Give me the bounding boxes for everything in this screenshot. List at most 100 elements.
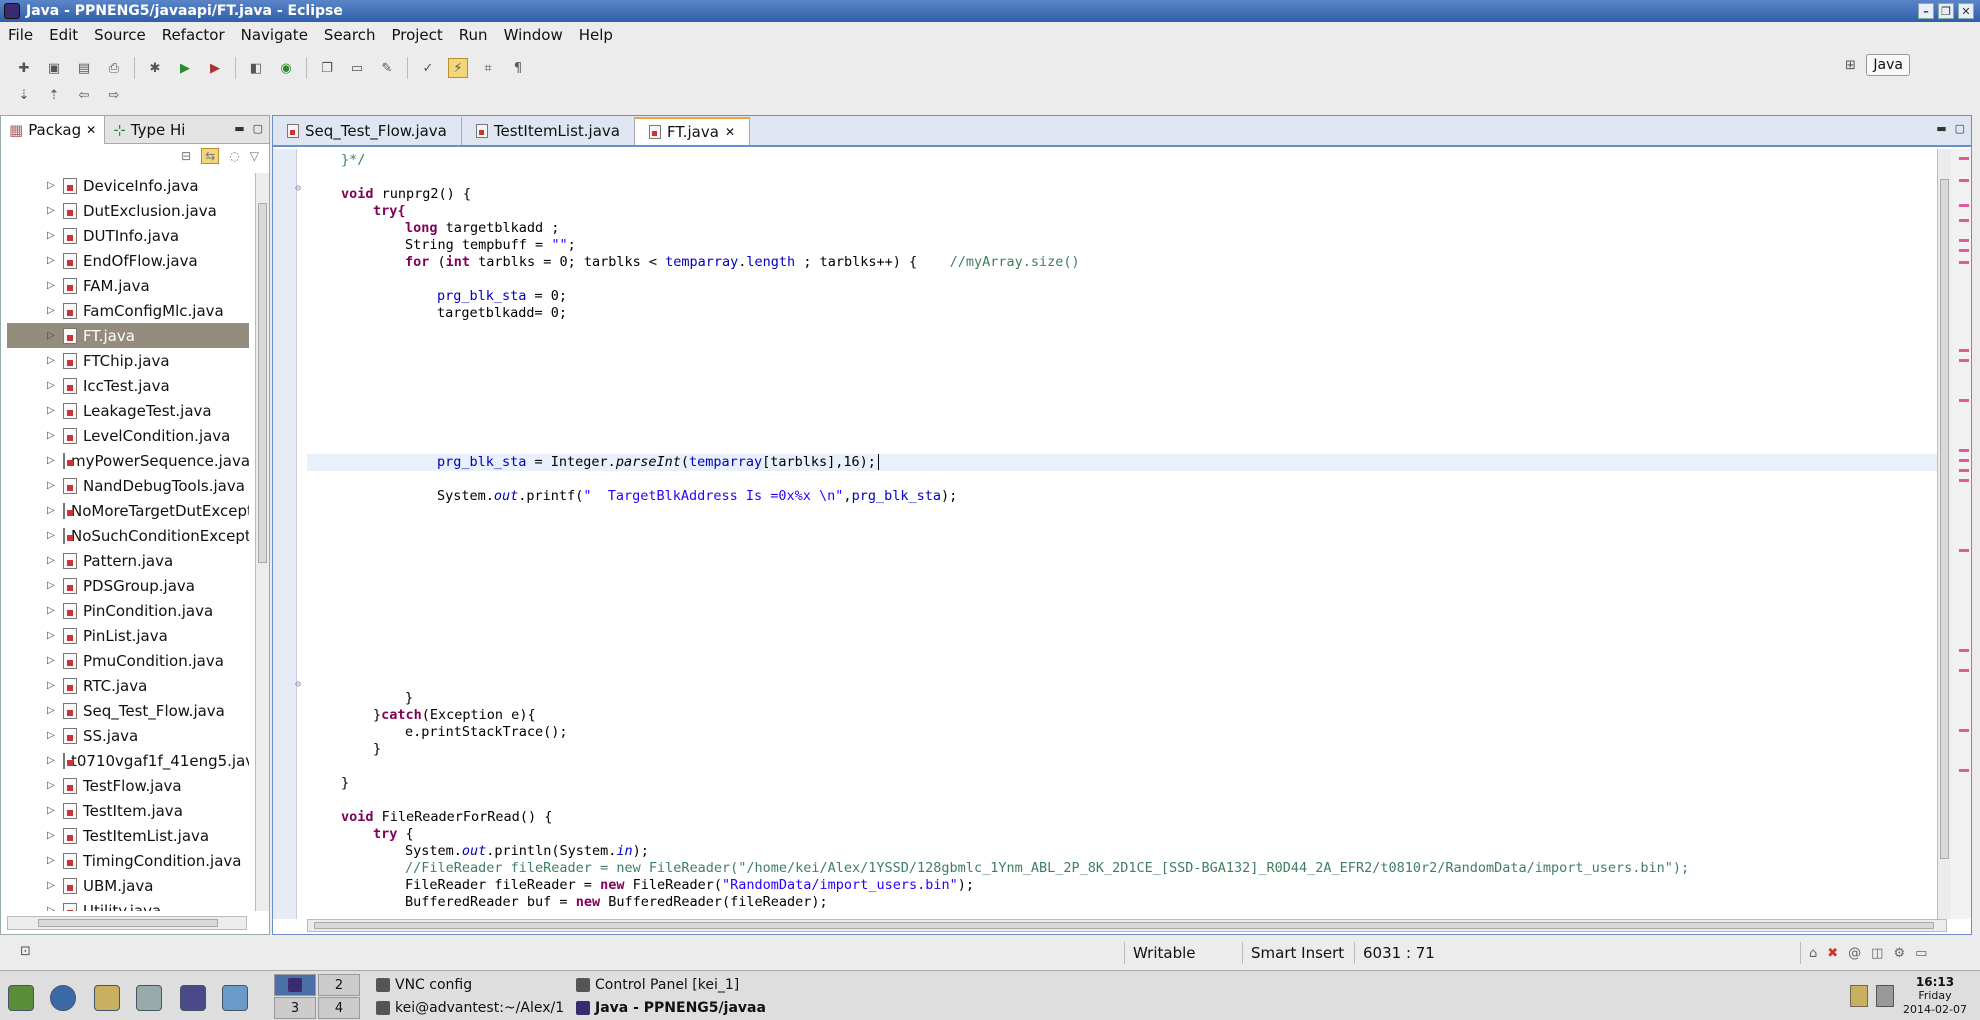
expand-arrow-icon[interactable]: ▷ [47,605,55,616]
occurrence-marker[interactable] [1959,349,1969,352]
minimize-icon[interactable]: ▬ [1936,122,1946,135]
expand-arrow-icon[interactable]: ▷ [47,330,55,341]
bookmark-icon[interactable]: ⌂ [1809,946,1817,961]
expand-arrow-icon[interactable]: ▷ [47,830,55,841]
expand-arrow-icon[interactable]: ▷ [47,305,55,316]
tree-item[interactable]: ▷ TestItemList.java [7,823,249,848]
expand-arrow-icon[interactable]: ▷ [47,680,55,691]
menu-run[interactable]: Run [451,26,496,44]
tree-horizontal-scrollbar[interactable] [7,916,247,930]
menu-project[interactable]: Project [383,26,450,44]
expand-arrow-icon[interactable]: ▷ [47,530,55,541]
menu-help[interactable]: Help [571,26,621,44]
task-control-panel[interactable]: Control Panel [kei_1] [576,974,739,996]
fold-icon[interactable]: ⊖ [295,679,301,690]
expand-arrow-icon[interactable]: ▷ [47,430,55,441]
workspace-2[interactable]: 2 [318,974,360,996]
debug-icon[interactable]: ✱ [145,58,165,78]
expand-arrow-icon[interactable]: ▷ [47,405,55,416]
tree-item[interactable]: ▷ PinList.java [7,623,249,648]
tree-item[interactable]: ▷ IccTest.java [7,373,249,398]
maximize-icon[interactable]: ▢ [1955,122,1965,135]
expand-arrow-icon[interactable]: ▷ [47,455,55,466]
menu-source[interactable]: Source [86,26,154,44]
editor-horizontal-scrollbar[interactable] [307,919,1947,932]
expand-arrow-icon[interactable]: ▷ [47,555,55,566]
tree-vertical-scrollbar[interactable] [255,173,269,911]
close-icon[interactable]: ✕ [1958,3,1974,19]
prev-edit-icon[interactable]: ⇡ [44,85,64,105]
occurrence-marker[interactable] [1959,479,1969,482]
occurrence-marker[interactable] [1959,469,1969,472]
tab-ft-java[interactable]: FT.java ✕ [634,117,750,145]
tree-item[interactable]: ▷ FTChip.java [7,348,249,373]
scroll-thumb[interactable] [258,203,267,563]
back-icon[interactable]: ⇦ [74,85,94,105]
settings-icon[interactable] [222,985,248,1011]
forward-icon[interactable]: ⇨ [104,85,124,105]
occurrence-marker[interactable] [1959,729,1969,732]
expand-arrow-icon[interactable]: ▷ [47,180,55,191]
open-folder-icon[interactable]: ▭ [347,58,367,78]
tree-item[interactable]: ▷ FAM.java [7,273,249,298]
menu-navigate[interactable]: Navigate [233,26,316,44]
expand-arrow-icon[interactable]: ▷ [47,855,55,866]
occurrence-marker[interactable] [1959,219,1969,222]
expand-arrow-icon[interactable]: ▷ [47,580,55,591]
scroll-thumb[interactable] [38,919,218,927]
occurrence-marker[interactable] [1959,549,1969,552]
browser-icon[interactable] [50,985,76,1011]
tab-test-item-list[interactable]: TestItemList.java [462,117,635,145]
close-icon[interactable]: ✕ [86,123,96,137]
occurrence-marker[interactable] [1959,459,1969,462]
tree-item[interactable]: ▷ NoSuchConditionException [7,523,249,548]
workspace-1[interactable] [274,974,316,996]
expand-arrow-icon[interactable]: ▷ [47,880,55,891]
save-icon[interactable]: ▣ [44,58,64,78]
tree-item[interactable]: ▷ RTC.java [7,673,249,698]
occurrence-marker[interactable] [1959,669,1969,672]
run-icon[interactable]: ▶ [175,58,195,78]
tree-item[interactable]: ▷ SS.java [7,723,249,748]
expand-arrow-icon[interactable]: ▷ [47,505,55,516]
tree-item[interactable]: ▷ TestItem.java [7,798,249,823]
tree-item[interactable]: ▷ DeviceInfo.java [7,173,249,198]
clipboard-icon[interactable] [1850,985,1868,1007]
menu-file[interactable]: File [0,26,41,44]
tree-item[interactable]: ▷ TestFlow.java [7,773,249,798]
scroll-thumb[interactable] [1940,179,1949,859]
external-tools-icon[interactable]: ▶ [205,58,225,78]
tree-item[interactable]: ▷ DUTInfo.java [7,223,249,248]
expand-arrow-icon[interactable]: ▷ [47,280,55,291]
fold-icon[interactable]: ⊖ [295,183,301,194]
collapse-all-icon[interactable]: ⊟ [181,149,191,163]
new-package-icon[interactable]: ◧ [246,58,266,78]
javadoc-icon[interactable]: @ [1848,946,1861,961]
tab-seq-test-flow[interactable]: Seq_Test_Flow.java [273,117,462,145]
console-icon[interactable]: ▭ [1915,946,1927,961]
code-area[interactable]: ⊖ ⊖ }*/ void runprg2() { try{ long targe… [273,149,1945,919]
tree-item[interactable]: ▷ PinCondition.java [7,598,249,623]
workspace-4[interactable]: 4 [318,997,360,1019]
tree-item[interactable]: ▷ EndOfFlow.java [7,248,249,273]
minimize-icon[interactable]: ▬ [234,122,244,135]
occurrence-marker[interactable] [1959,769,1969,772]
expand-arrow-icon[interactable]: ▷ [47,230,55,241]
menu-search[interactable]: Search [316,26,384,44]
progress-icon[interactable]: ⚙ [1893,946,1905,961]
scroll-thumb[interactable] [314,922,1934,929]
occurrence-marker[interactable] [1959,249,1969,252]
expand-arrow-icon[interactable]: ▷ [47,255,55,266]
save-all-icon[interactable]: ▤ [74,58,94,78]
expand-arrow-icon[interactable]: ▷ [47,780,55,791]
battery-icon[interactable] [1876,985,1894,1007]
workspace-3[interactable]: 3 [274,997,316,1019]
expand-arrow-icon[interactable]: ▷ [47,205,55,216]
expand-arrow-icon[interactable]: ▷ [47,480,55,491]
declaration-icon[interactable]: ◫ [1871,946,1883,961]
task-terminal[interactable]: kei@advantest:~/Alex/1 [376,997,564,1019]
tree-item[interactable]: ▷ PmuCondition.java [7,648,249,673]
tree-item[interactable]: ▷ Utility.java [7,898,249,911]
menu-refactor[interactable]: Refactor [154,26,233,44]
close-icon[interactable]: ✕ [725,125,735,139]
